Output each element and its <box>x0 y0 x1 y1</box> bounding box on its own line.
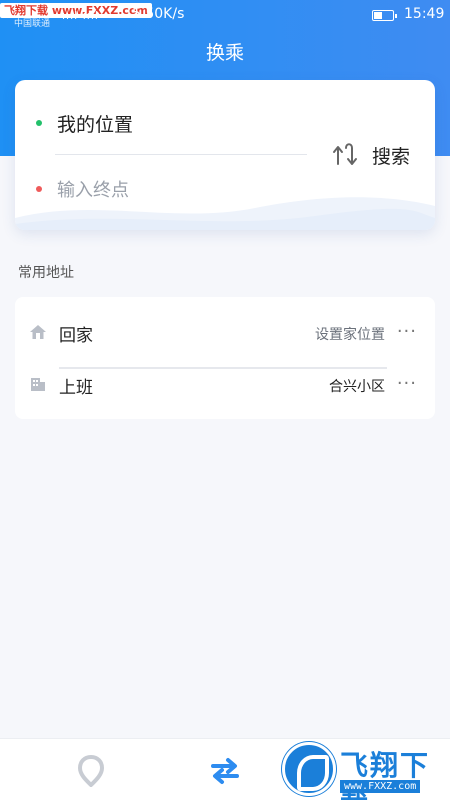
swap-icon[interactable] <box>331 142 359 168</box>
origin-dot <box>36 120 42 126</box>
work-address[interactable]: 合兴小区 <box>329 376 385 396</box>
work-row[interactable]: 上班 合兴小区 ··· <box>15 359 435 411</box>
page-title: 换乘 <box>205 42 244 64</box>
destination-input[interactable] <box>57 176 297 204</box>
network-speed: 5.50K/s <box>132 6 185 22</box>
route-card: 我的位置 搜索 <box>15 80 435 230</box>
watermark-logo: 飞翔下载 www.FXXZ.com <box>282 740 442 800</box>
section-title-frequent: 常用地址 <box>18 265 74 281</box>
signal-icon: ıııl ıııl <box>62 9 99 22</box>
battery-fill <box>374 12 382 19</box>
battery-icon <box>372 10 397 21</box>
transfer-icon[interactable] <box>209 755 241 787</box>
logo-icon <box>282 742 336 796</box>
home-row[interactable]: 回家 设置家位置 ··· <box>15 307 435 369</box>
more-icon[interactable]: ··· <box>397 321 417 342</box>
building-icon <box>31 378 45 391</box>
home-label: 回家 <box>59 326 93 346</box>
more-icon[interactable]: ··· <box>397 373 417 394</box>
home-icon <box>30 325 46 339</box>
location-pin-icon[interactable] <box>78 755 104 787</box>
carrier-name: 中国联通 <box>14 19 51 29</box>
work-label: 上班 <box>59 378 93 398</box>
frequent-address-card: 回家 设置家位置 ··· 上班 合兴小区 ··· <box>15 297 435 419</box>
status-time: 15:49 <box>404 6 445 22</box>
origin-field[interactable]: 我的位置 <box>57 110 133 137</box>
status-bar: 飞翔下载 www.FXXZ.com 中国联通 ıııl ıııl 5.50K/s… <box>0 0 450 32</box>
destination-dot <box>36 186 42 192</box>
logo-url: www.FXXZ.com <box>340 780 421 793</box>
route-divider <box>55 154 307 155</box>
search-button[interactable]: 搜索 <box>372 142 410 169</box>
set-home-link[interactable]: 设置家位置 <box>315 324 385 344</box>
